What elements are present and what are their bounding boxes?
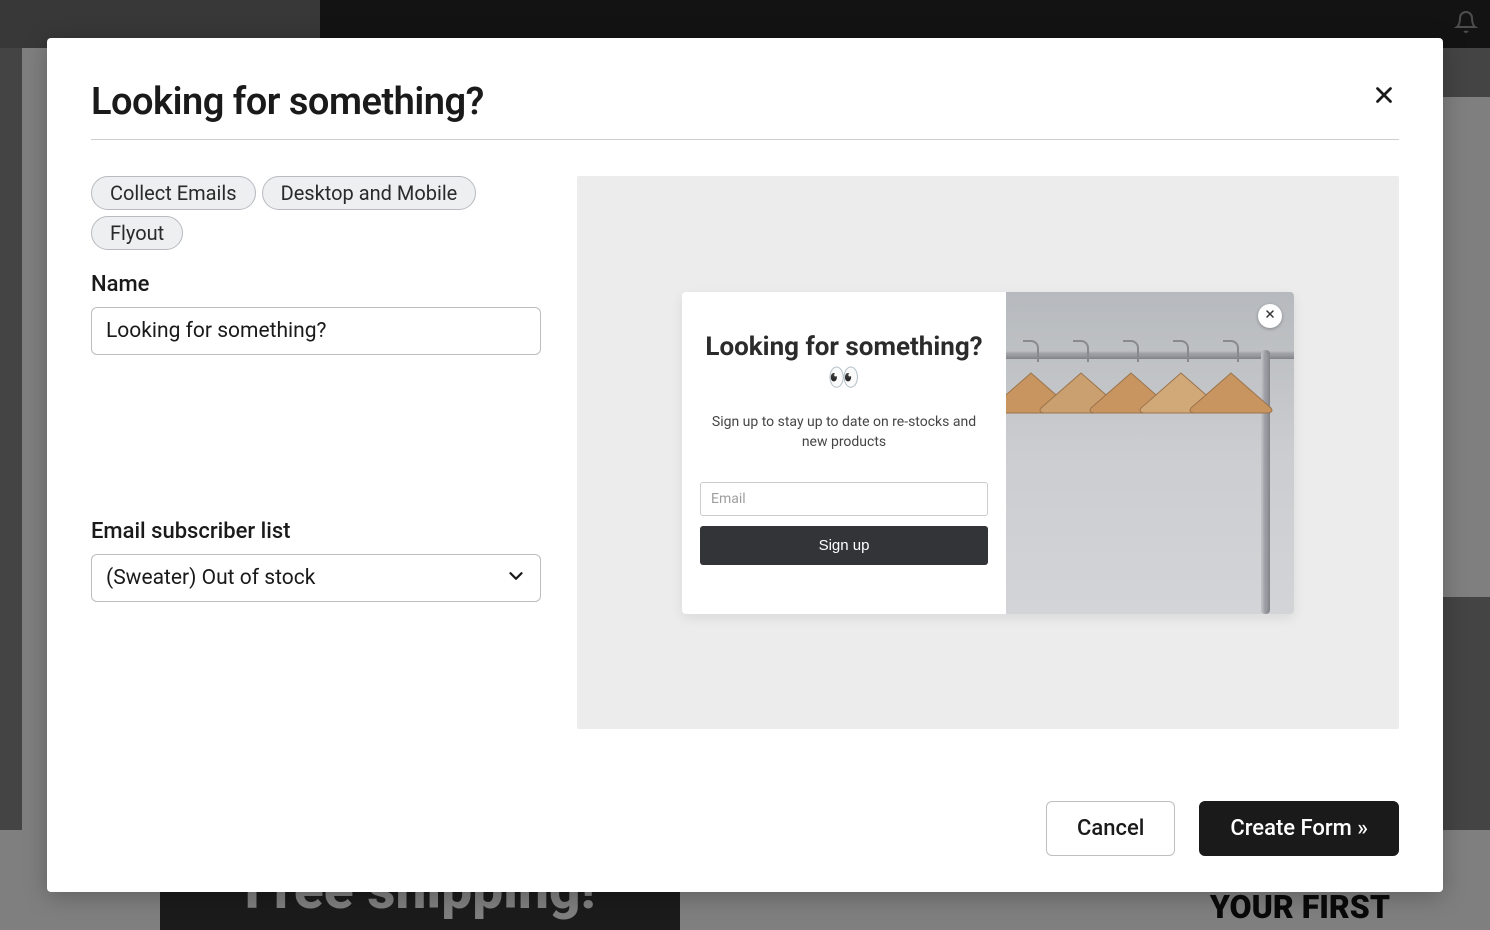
chip-collect-emails: Collect Emails — [91, 176, 256, 210]
list-field-group: Email subscriber list (Sweater) Out of s… — [91, 519, 541, 602]
preview-canvas: Looking for something? 👀 Sign up to stay… — [577, 176, 1399, 729]
preview-image-side — [1006, 292, 1294, 614]
header-divider — [91, 139, 1399, 140]
hanger-icon — [1186, 350, 1276, 460]
chip-flyout: Flyout — [91, 216, 183, 250]
modal-header: Looking for something? — [91, 80, 1399, 124]
form-left-panel: Collect Emails Desktop and Mobile Flyout… — [91, 176, 541, 765]
create-form-button[interactable]: Create Form » — [1199, 801, 1399, 856]
tag-chip-row: Collect Emails Desktop and Mobile Flyout — [91, 176, 541, 250]
preview-panel: Looking for something? 👀 Sign up to stay… — [577, 176, 1399, 765]
hangers-illustration — [1006, 292, 1294, 614]
close-icon — [1371, 96, 1397, 111]
preview-title: Looking for something? 👀 — [700, 332, 988, 394]
close-button[interactable] — [1369, 80, 1399, 113]
modal-title: Looking for something? — [91, 80, 484, 124]
list-label: Email subscriber list — [91, 519, 541, 544]
chip-desktop-mobile: Desktop and Mobile — [262, 176, 477, 210]
list-select-wrap: (Sweater) Out of stock — [91, 554, 541, 602]
preview-signup-button[interactable]: Sign up — [700, 526, 988, 565]
preview-card: Looking for something? 👀 Sign up to stay… — [682, 292, 1294, 614]
modal-footer: Cancel Create Form » — [91, 801, 1399, 856]
spacer — [91, 383, 541, 519]
name-field-group: Name — [91, 272, 541, 355]
cancel-button[interactable]: Cancel — [1046, 801, 1175, 856]
preview-email-input[interactable] — [700, 482, 988, 516]
modal-body: Collect Emails Desktop and Mobile Flyout… — [91, 176, 1399, 765]
spacer-2 — [91, 630, 541, 766]
close-icon — [1264, 308, 1276, 323]
subscriber-list-select[interactable]: (Sweater) Out of stock — [91, 554, 541, 602]
preview-close-button[interactable] — [1258, 304, 1282, 328]
preview-subtitle: Sign up to stay up to date on re-stocks … — [700, 412, 988, 453]
name-label: Name — [91, 272, 541, 297]
name-input[interactable] — [91, 307, 541, 355]
create-form-modal: Looking for something? Collect Emails De… — [47, 38, 1443, 892]
preview-form-side: Looking for something? 👀 Sign up to stay… — [682, 292, 1006, 614]
